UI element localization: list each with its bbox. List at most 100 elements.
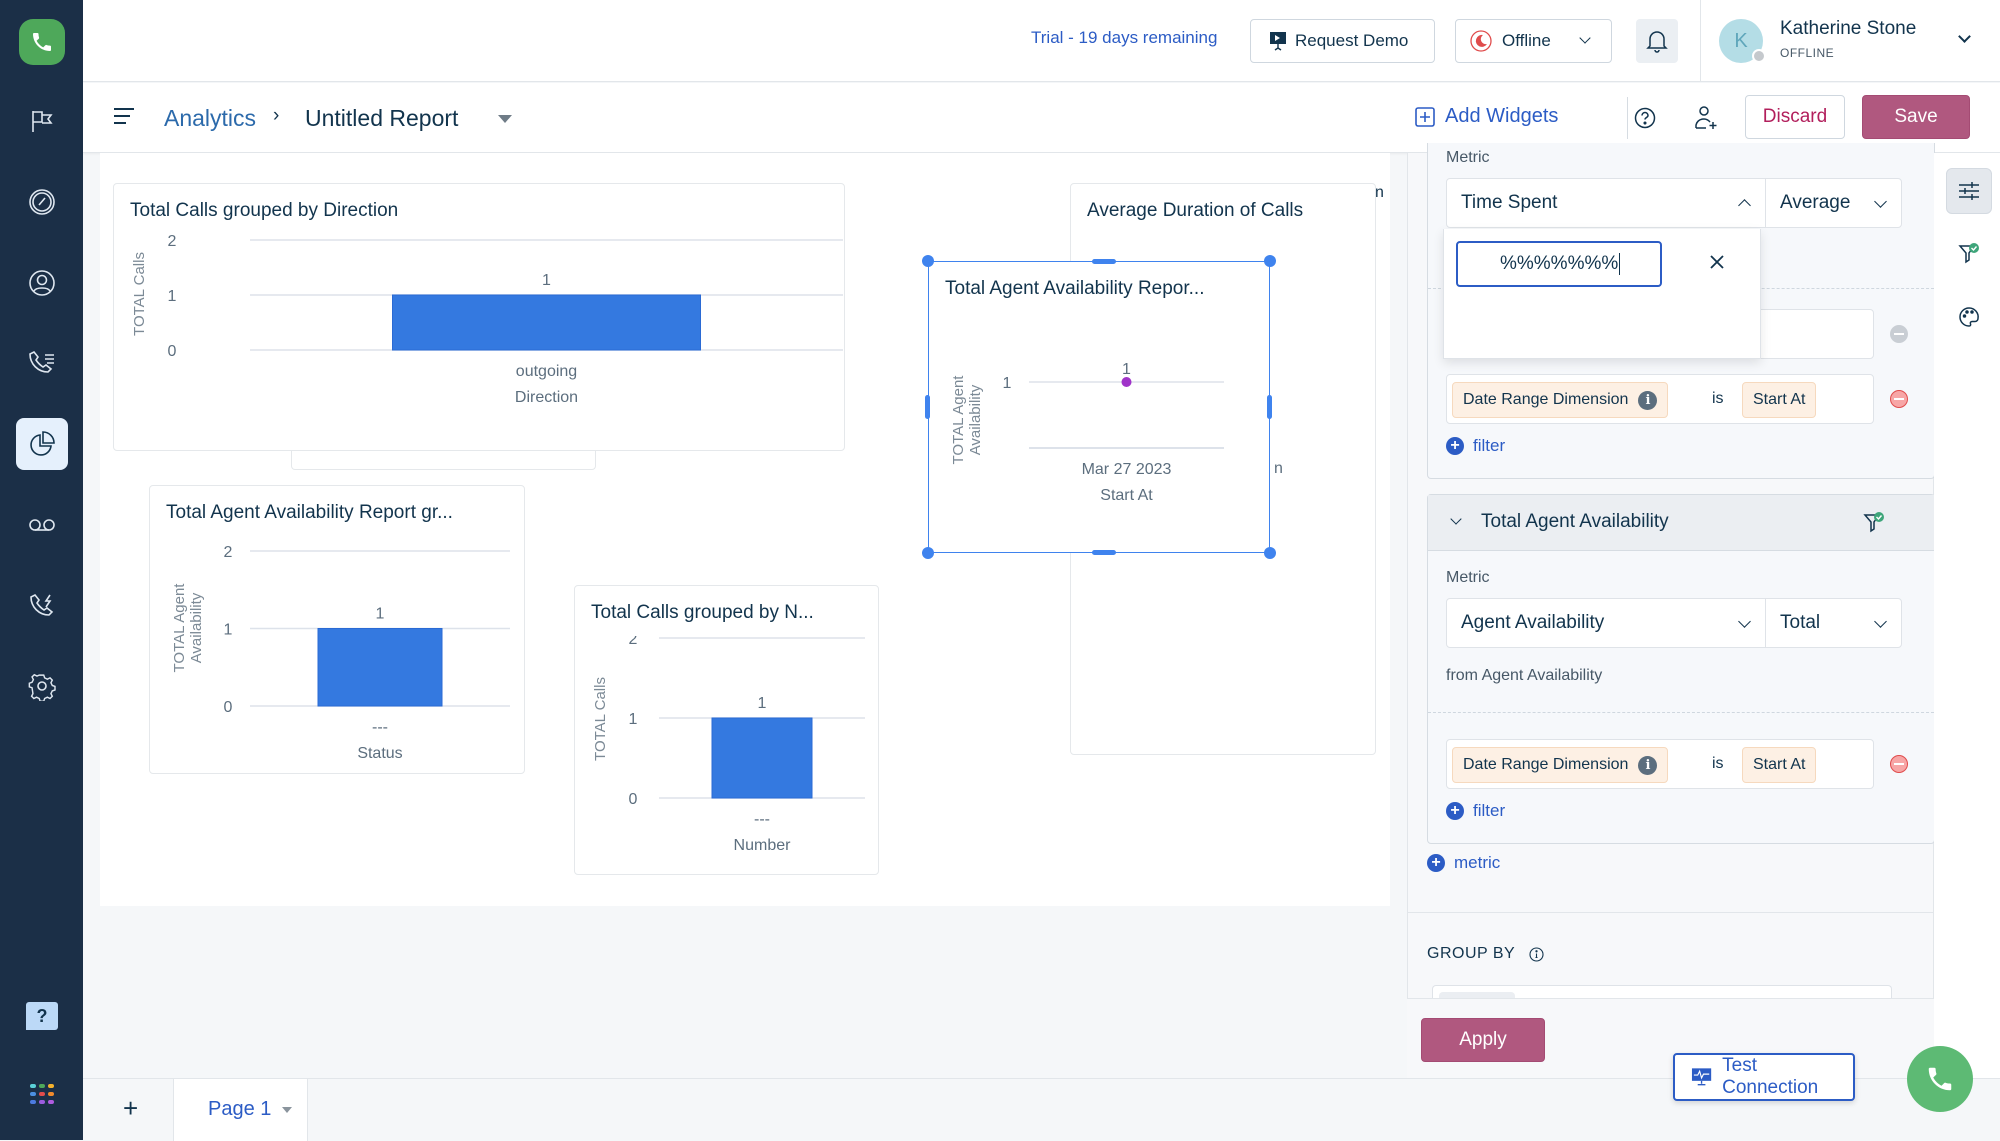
monitor-pulse-icon [1691, 1068, 1712, 1086]
sidebar-item-dashboard[interactable] [16, 176, 68, 228]
plus-square-icon [1415, 106, 1435, 127]
sidebar-item-help[interactable]: ? [16, 990, 68, 1042]
remove-filter-icon[interactable] [1890, 390, 1908, 408]
widget-title: Total Calls grouped by Direction [130, 200, 399, 221]
bar [711, 717, 813, 799]
help-icon: ? [26, 1002, 58, 1030]
add-widgets-button[interactable]: Add Widgets [1415, 105, 1558, 128]
call-button[interactable] [1907, 1046, 1973, 1112]
resize-handle-n[interactable] [1092, 259, 1116, 264]
metric-card-2: Total Agent Availability Metric Agent Av… [1427, 494, 1935, 844]
trial-status[interactable]: Trial - 19 days remaining [1031, 28, 1217, 48]
filter-dimension-tag[interactable]: Date Range Dimension i [1452, 747, 1669, 783]
info-icon[interactable]: i [1638, 390, 1658, 410]
widget-total-calls-direction[interactable]: Total Calls grouped by Direction 0 1 2 1 out… [113, 183, 845, 451]
y-tick-label: 1 [224, 622, 233, 639]
sidebar-item-phone-logo[interactable] [19, 19, 65, 65]
test-connection-button[interactable]: Test Connection [1673, 1053, 1855, 1101]
x-axis-label: Start At [1100, 487, 1153, 504]
breadcrumb-analytics[interactable]: Analytics [164, 105, 256, 132]
resize-handle-e[interactable] [1267, 395, 1272, 419]
tool-filters[interactable] [1946, 231, 1992, 277]
sidebar-item-analytics[interactable] [16, 418, 68, 470]
sidebar-item-voicemail[interactable] [16, 499, 68, 551]
widget-agent-availability-status[interactable]: Total Agent Availability Report gr... 0 1… [149, 485, 525, 774]
add-metric-link[interactable]: + metric [1427, 853, 1500, 873]
resize-handle-s[interactable] [1092, 550, 1116, 555]
data-label: 1 [1122, 361, 1131, 378]
x-tick-label: Mar 27 2023 [1082, 461, 1172, 478]
filter-row: Date Range Dimension i is Start At [1446, 374, 1874, 424]
remove-filter-icon[interactable] [1890, 755, 1908, 773]
status-select[interactable]: Offline [1455, 19, 1612, 63]
share-user-icon[interactable] [1694, 105, 1718, 131]
sidebar-item-call-routing[interactable] [16, 580, 68, 632]
user-menu-chevron-icon[interactable] [1958, 30, 1971, 43]
sidebar-item-tickets[interactable] [16, 95, 68, 147]
metric-search-input[interactable]: %%%%%%% [1456, 241, 1662, 287]
notifications-button[interactable] [1636, 19, 1678, 63]
report-title-caret-icon[interactable] [498, 115, 512, 123]
aggregation-select[interactable]: Average [1765, 178, 1902, 228]
remove-filter-icon[interactable] [1890, 325, 1908, 343]
tool-settings[interactable] [1946, 168, 1992, 214]
plus-circle-icon: + [1446, 802, 1464, 820]
y-tick-label: 1 [1003, 375, 1012, 392]
text-cursor [1619, 253, 1621, 275]
menu-icon[interactable] [113, 107, 135, 125]
request-demo-button[interactable]: Request Demo [1250, 19, 1435, 63]
metric-label: Metric [1446, 149, 1490, 166]
resize-handle-ne[interactable] [1264, 255, 1276, 267]
phone-icon [33, 33, 51, 51]
page-tab-1[interactable]: Page 1 [173, 1079, 308, 1141]
filter-applied-icon[interactable] [1863, 511, 1885, 535]
save-button[interactable]: Save [1862, 95, 1970, 139]
resize-handle-w[interactable] [925, 395, 930, 419]
user-circle-icon [29, 270, 55, 296]
phone-icon [1928, 1067, 1952, 1091]
resize-handle-nw[interactable] [922, 255, 934, 267]
tool-style[interactable] [1946, 294, 1992, 340]
filter-value-tag[interactable]: Start At [1742, 382, 1817, 418]
sidebar-item-settings[interactable] [16, 660, 68, 712]
chevron-down-icon [1874, 195, 1887, 208]
y-tick-label: 0 [224, 699, 233, 716]
help-circle-icon[interactable] [1634, 107, 1656, 129]
discard-button[interactable]: Discard [1745, 95, 1845, 139]
voicemail-icon [29, 519, 55, 531]
filter-value-tag[interactable]: Start At [1742, 747, 1817, 783]
metric-field-dropdown: %%%%%%% [1443, 229, 1761, 359]
widget-total-calls-number[interactable]: Total Calls grouped by N... 0 1 2 1 --- Numbe… [574, 585, 879, 875]
resize-handle-sw[interactable] [922, 547, 934, 559]
metric-field-value: Time Spent [1461, 192, 1558, 213]
metric-label: Metric [1446, 569, 1490, 586]
filter-dimension-tag[interactable]: Date Range Dimension i [1452, 382, 1669, 418]
metric-card-header[interactable]: Total Agent Availability [1428, 495, 1934, 551]
plus-circle-icon: + [1427, 854, 1445, 872]
metric-field-select[interactable]: Time Spent [1446, 178, 1766, 228]
sidebar-item-apps[interactable] [16, 1068, 68, 1120]
clear-search-icon[interactable] [1706, 251, 1728, 273]
group-by-label: GROUP BY [1427, 945, 1516, 962]
y-axis-label: TOTAL Calls [592, 677, 609, 761]
info-outline-icon[interactable] [1529, 946, 1544, 962]
metric-field-select[interactable]: Agent Availability [1446, 598, 1766, 648]
widget-agent-availability-line[interactable]: Total Agent Availability Repor... 1 1 Mar … [928, 261, 1270, 553]
report-title[interactable]: Untitled Report [305, 105, 458, 132]
sidebar-item-call-queues[interactable] [16, 337, 68, 389]
sidebar-item-contacts[interactable] [16, 257, 68, 309]
aggregation-select[interactable]: Total [1765, 598, 1902, 648]
filter-row: Date Range Dimension i is Start At [1446, 739, 1874, 789]
group-by-heading: GROUP BY [1427, 945, 1544, 963]
resize-handle-se[interactable] [1264, 547, 1276, 559]
page-menu-caret-icon[interactable] [282, 1107, 292, 1113]
panel-tool-rail [1934, 153, 2000, 1078]
apply-button[interactable]: Apply [1421, 1018, 1545, 1062]
aggregation-value: Average [1780, 192, 1851, 213]
user-name[interactable]: Katherine Stone [1780, 18, 1916, 40]
add-filter-link[interactable]: + filter [1446, 436, 1505, 456]
add-filter-link[interactable]: + filter [1446, 801, 1505, 821]
add-page-button[interactable]: + [123, 1093, 138, 1124]
collapse-chevron-icon[interactable] [1450, 513, 1462, 525]
info-icon[interactable]: i [1638, 755, 1658, 775]
